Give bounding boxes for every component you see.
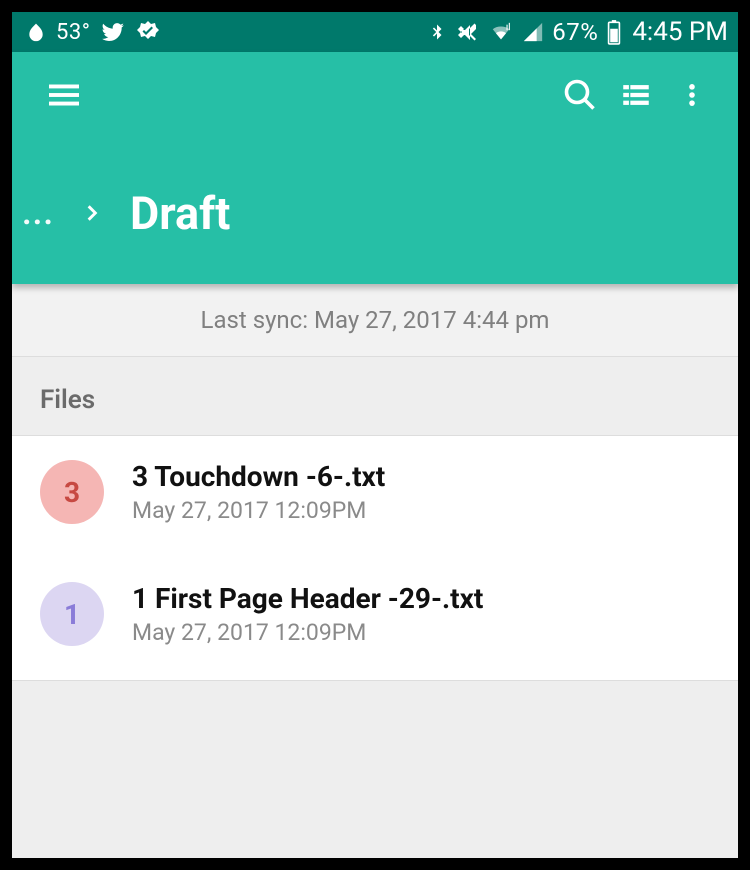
- twitter-icon: [100, 19, 126, 45]
- file-date: May 27, 2017 12:09PM: [132, 619, 483, 646]
- screen: 53°: [12, 12, 738, 858]
- breadcrumb-prev[interactable]: ...: [22, 193, 54, 233]
- file-meta: 3 Touchdown -6-.txt May 27, 2017 12:09PM: [132, 460, 385, 524]
- file-name: 3 Touchdown -6-.txt: [132, 460, 385, 493]
- clock: 4:45 PM: [632, 17, 728, 47]
- hamburger-icon: [46, 77, 82, 117]
- sync-banner: Last sync: May 27, 2017 4:44 pm: [12, 284, 738, 357]
- app-bar: ... Draft: [12, 52, 738, 284]
- temperature: 53°: [56, 20, 90, 45]
- more-vert-icon: [678, 77, 706, 117]
- search-icon: [562, 77, 598, 117]
- cell-signal-icon: [522, 21, 544, 43]
- battery-percent: 67%: [552, 18, 598, 46]
- bluetooth-icon: [428, 20, 446, 44]
- device-frame: 53°: [0, 0, 750, 870]
- menu-button[interactable]: [36, 69, 92, 125]
- status-right: 67% 4:45 PM: [428, 17, 728, 47]
- view-toggle-button[interactable]: [608, 69, 664, 125]
- wifi-icon: [488, 21, 514, 43]
- file-name: 1 First Page Header -29-.txt: [132, 582, 483, 615]
- app-bar-actions: [12, 52, 738, 142]
- file-date: May 27, 2017 12:09PM: [132, 497, 385, 524]
- breadcrumb: ... Draft: [12, 142, 738, 284]
- leaf-icon: [26, 22, 46, 42]
- search-button[interactable]: [552, 69, 608, 125]
- check-badge-icon: [136, 20, 160, 44]
- files-section-header: Files: [12, 357, 738, 436]
- sync-text: Last sync: May 27, 2017 4:44 pm: [201, 306, 550, 334]
- battery-icon: [606, 19, 622, 45]
- file-badge: 1: [40, 582, 104, 646]
- chevron-right-icon: [82, 199, 102, 227]
- status-left: 53°: [26, 19, 160, 45]
- file-list: 3 3 Touchdown -6-.txt May 27, 2017 12:09…: [12, 436, 738, 681]
- file-badge: 3: [40, 460, 104, 524]
- list-view-icon: [619, 78, 653, 116]
- breadcrumb-current: Draft: [130, 187, 230, 240]
- status-bar: 53°: [12, 12, 738, 52]
- vibrate-mute-icon: [454, 20, 480, 44]
- overflow-menu-button[interactable]: [664, 69, 720, 125]
- file-meta: 1 First Page Header -29-.txt May 27, 201…: [132, 582, 483, 646]
- file-row[interactable]: 1 1 First Page Header -29-.txt May 27, 2…: [12, 558, 738, 680]
- file-row[interactable]: 3 3 Touchdown -6-.txt May 27, 2017 12:09…: [12, 436, 738, 558]
